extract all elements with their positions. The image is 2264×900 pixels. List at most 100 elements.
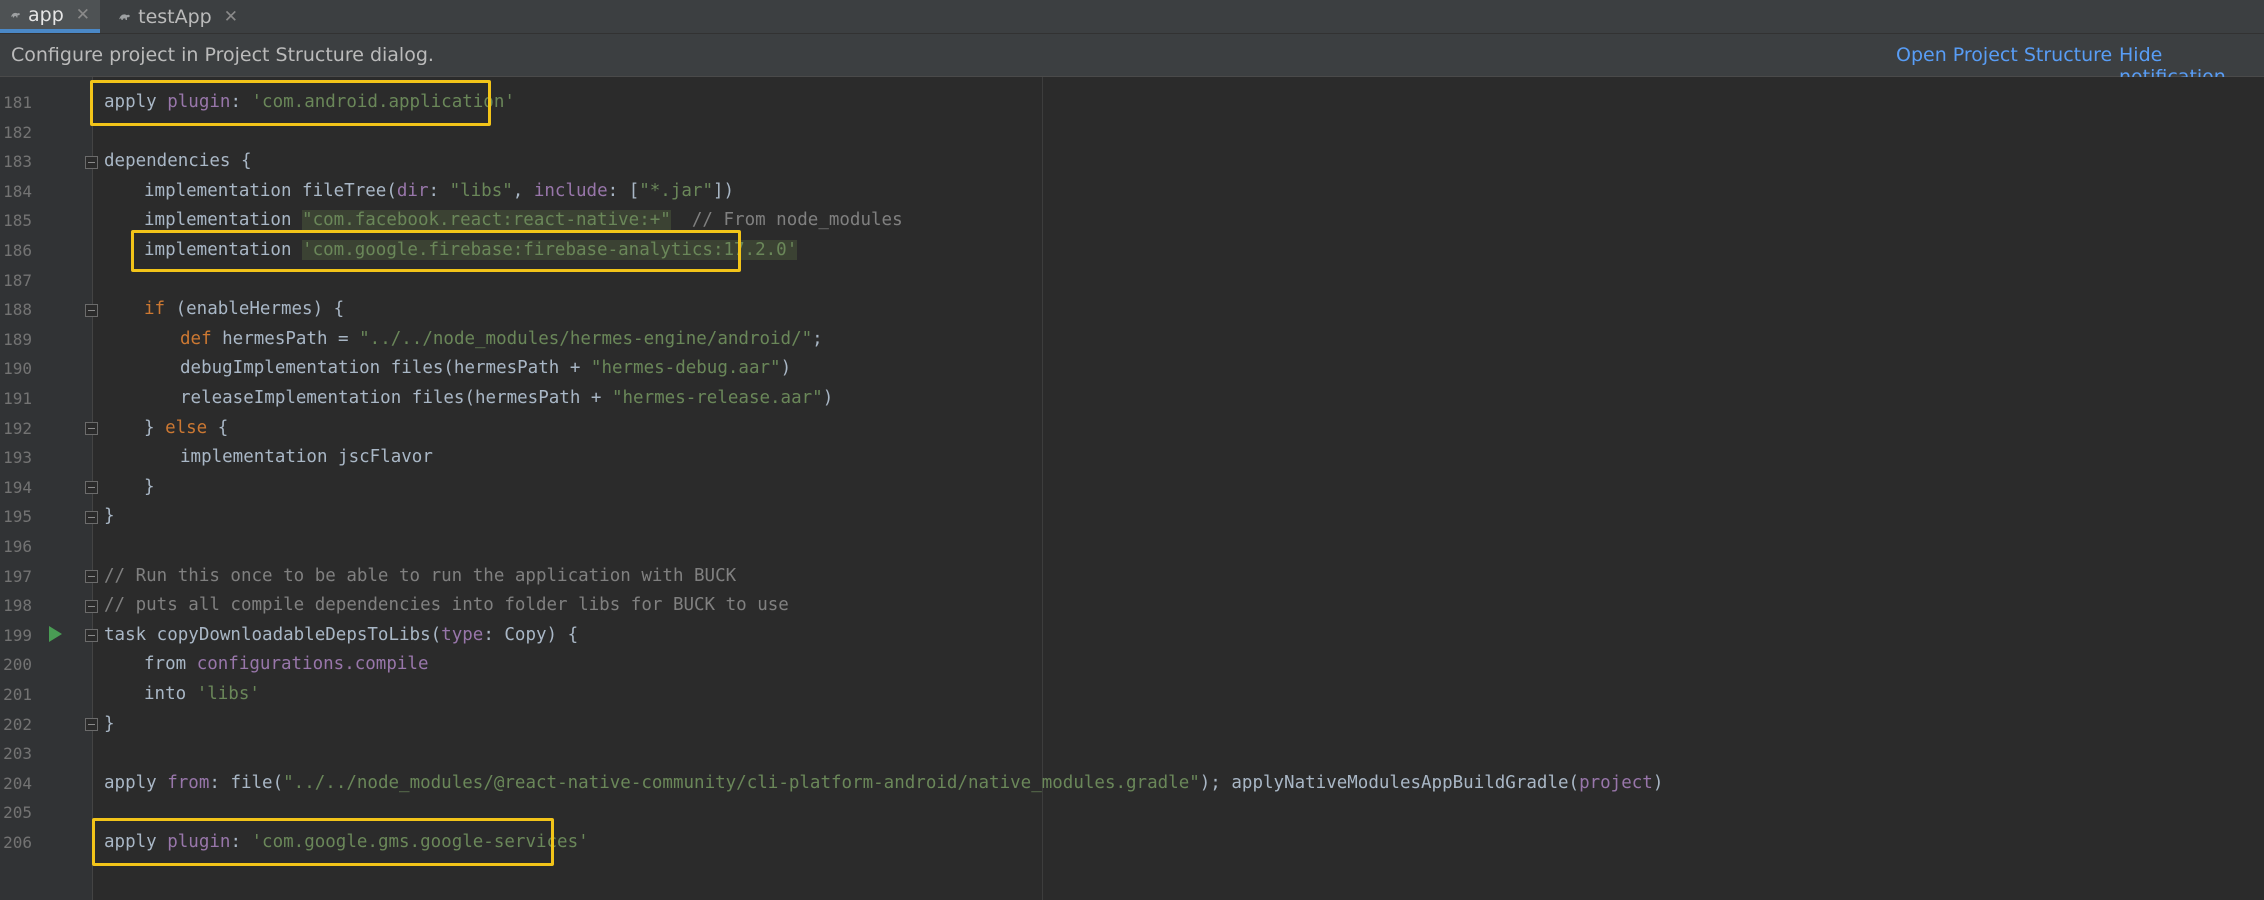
fold-marker[interactable]: [85, 600, 98, 613]
code-line: implementation 'com.google.firebase:fire…: [144, 236, 798, 266]
code-token: from: [144, 654, 197, 675]
code-line: task copyDownloadableDepsToLibs(type: Co…: [104, 621, 578, 651]
code-token: type: [441, 624, 484, 645]
code-token: task copyDownloadableDepsToLibs(: [104, 624, 442, 645]
line-number: 200: [3, 655, 32, 675]
code-token: }: [104, 506, 115, 527]
line-number: 193: [3, 448, 32, 468]
fold-marker[interactable]: [85, 511, 98, 524]
code-line: from configurations.compile: [144, 650, 428, 680]
code-token: // From node_modules: [670, 210, 903, 231]
code-line: dependencies {: [104, 147, 252, 177]
code-token: "com.facebook.react:react-native:+": [302, 210, 671, 231]
line-number: 201: [3, 685, 32, 704]
code-token: 'libs': [196, 684, 260, 704]
code-token: ): [822, 388, 834, 408]
code-token: else: [165, 417, 208, 438]
line-number: 196: [3, 537, 32, 556]
line-number: 183: [3, 152, 32, 172]
fold-marker[interactable]: [85, 481, 98, 494]
line-number: 198: [3, 596, 32, 616]
open-project-structure-link[interactable]: Open Project Structure: [1896, 44, 2112, 66]
code-token: "../../node_modules/@react-native-commun…: [283, 772, 1200, 793]
code-token: "hermes-release.aar": [611, 388, 823, 408]
fold-marker[interactable]: [85, 422, 98, 435]
tab-testapp[interactable]: testApp ✕: [108, 0, 248, 33]
code-token: plugin: [167, 832, 231, 852]
code-line: into 'libs': [144, 680, 260, 710]
notification-message: Configure project in Project Structure d…: [11, 44, 434, 66]
fold-marker[interactable]: [85, 304, 98, 317]
code-token: }: [104, 713, 115, 734]
code-line: apply from: file("../../node_modules/@re…: [104, 769, 1663, 799]
code-line: debugImplementation files(hermesPath + "…: [180, 354, 791, 384]
code-editor[interactable]: 181 182 183 184 185 186 187 188 189 190 …: [0, 77, 2264, 900]
code-token: // Run this once to be able to run the a…: [104, 565, 737, 586]
code-token: project: [1579, 772, 1653, 793]
code-line: // puts all compile dependencies into fo…: [104, 591, 789, 621]
code-token: implementation: [144, 240, 303, 260]
gradle-icon: [10, 12, 20, 17]
code-token: : Copy) {: [483, 624, 579, 645]
code-token: releaseImplementation files(hermesPath +: [180, 388, 612, 408]
line-number: 206: [3, 833, 32, 852]
code-line: implementation jscFlavor: [180, 443, 433, 473]
line-number: 184: [3, 181, 32, 201]
code-token: }: [144, 417, 166, 438]
code-token: :: [428, 180, 450, 201]
tab-app[interactable]: app ✕: [0, 0, 100, 33]
code-token: "libs": [449, 180, 513, 201]
code-token: from: [167, 772, 210, 793]
run-gutter-icon[interactable]: [47, 625, 63, 643]
code-token: }: [144, 476, 155, 497]
code-token: configurations.compile: [196, 654, 429, 675]
code-token: {: [207, 417, 229, 438]
line-number: 185: [3, 211, 32, 231]
tab-label: testApp: [138, 5, 212, 28]
code-line: releaseImplementation files(hermesPath +…: [180, 384, 833, 414]
line-number: 182: [3, 122, 32, 142]
line-number: 186: [3, 241, 32, 260]
code-token: 'com.google.firebase:firebase-analytics:…: [302, 240, 798, 260]
gradle-icon: [119, 13, 130, 20]
line-number: 187: [3, 270, 32, 290]
fold-marker[interactable]: [85, 156, 98, 169]
code-token: 'com.android.application': [251, 92, 515, 112]
code-token: def: [180, 328, 212, 349]
line-number: 199: [3, 625, 32, 645]
fold-marker[interactable]: [85, 629, 98, 642]
line-number: 192: [3, 418, 32, 438]
code-token: ): [1652, 772, 1664, 793]
code-token: dependencies {: [104, 151, 252, 172]
close-icon[interactable]: ✕: [224, 7, 238, 27]
line-number: 204: [3, 773, 32, 793]
code-line: }: [104, 502, 115, 532]
code-token: implementation jscFlavor: [180, 447, 433, 468]
line-number: 181: [3, 93, 32, 112]
code-token: 'com.google.gms.google-services': [251, 832, 589, 852]
code-token: "*.jar": [639, 180, 713, 201]
line-number: 189: [3, 329, 32, 349]
close-icon[interactable]: ✕: [76, 5, 90, 25]
code-token: apply: [104, 92, 168, 112]
line-number: 188: [3, 300, 32, 320]
line-number: 203: [3, 744, 32, 764]
code-token: ): [780, 358, 792, 379]
code-line: def hermesPath = "../../node_modules/her…: [180, 325, 823, 355]
code-line: apply plugin: 'com.google.gms.google-ser…: [104, 828, 589, 858]
line-number: 191: [3, 389, 32, 408]
notification-bar: Configure project in Project Structure d…: [0, 34, 2264, 88]
code-token: plugin: [167, 92, 231, 112]
code-token: :: [230, 92, 252, 112]
fold-marker[interactable]: [85, 570, 98, 583]
code-line: // Run this once to be able to run the a…: [104, 562, 736, 592]
code-line: implementation fileTree(dir: "libs", inc…: [144, 177, 734, 207]
code-token: implementation: [144, 210, 303, 231]
code-token: ,: [512, 180, 534, 201]
code-token: hermesPath =: [211, 328, 360, 349]
fold-marker[interactable]: [85, 718, 98, 731]
code-line: } else {: [144, 414, 228, 444]
code-token: ); applyNativeModulesAppBuildGradle(: [1199, 772, 1580, 793]
code-token: // puts all compile dependencies into fo…: [104, 595, 789, 616]
code-token: debugImplementation files(hermesPath +: [180, 358, 591, 379]
